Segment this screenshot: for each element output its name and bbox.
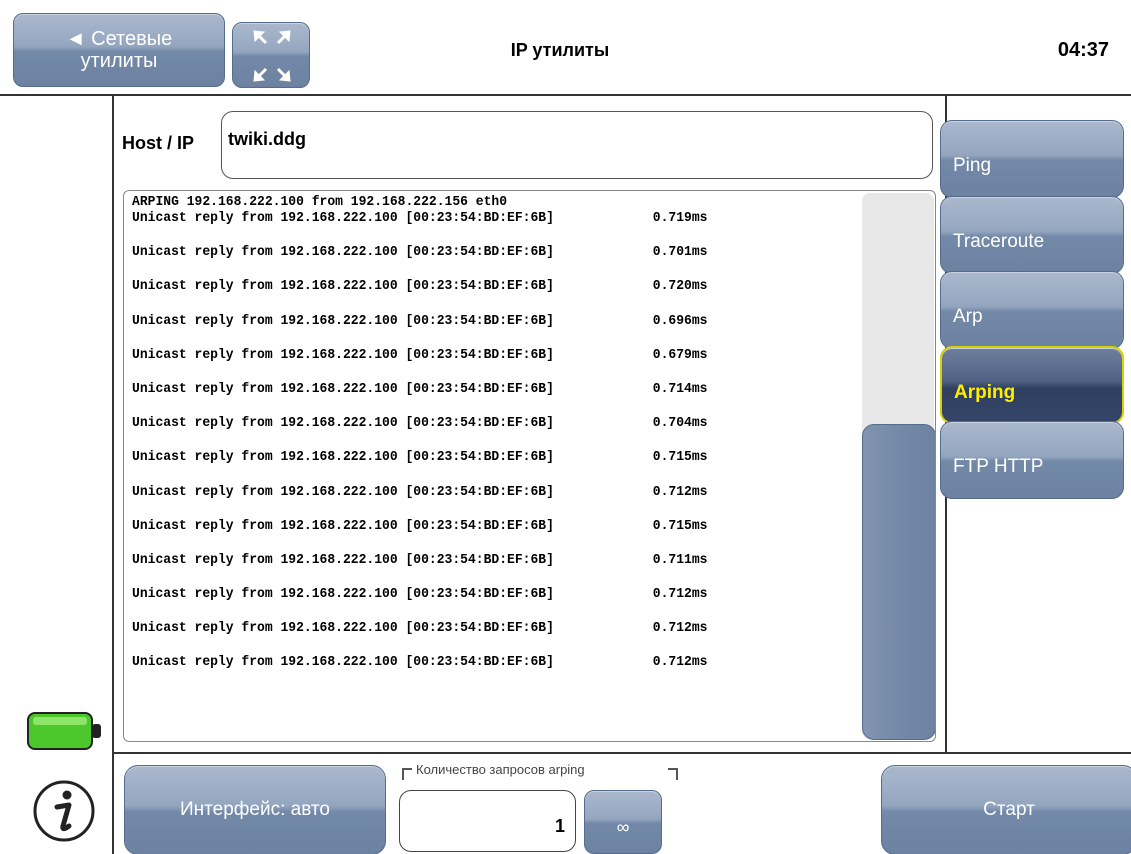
request-count-input[interactable] (399, 790, 576, 852)
tab-ping[interactable]: Ping (940, 120, 1124, 198)
log-row-text: Unicast reply from 192.168.222.100 [00:2… (132, 586, 554, 603)
left-divider (112, 96, 114, 854)
log-row-text: Unicast reply from 192.168.222.100 [00:2… (132, 346, 554, 363)
log-row-text: Unicast reply from 192.168.222.100 [00:2… (132, 415, 554, 432)
infinity-button[interactable]: ∞ (584, 790, 662, 854)
log-row-time: 0.715ms (652, 517, 708, 534)
bottom-divider (112, 752, 1131, 754)
host-input[interactable] (221, 111, 933, 179)
log-row: Unicast reply from 192.168.222.100 [00:2… (132, 620, 811, 654)
log-row: Unicast reply from 192.168.222.100 [00:2… (132, 586, 811, 620)
bracket-right (668, 768, 678, 780)
back-label-line2: утилиты (80, 50, 158, 72)
log-row: Unicast reply from 192.168.222.100 [00:2… (132, 552, 811, 586)
tab-ftp-http[interactable]: FTP HTTP (940, 421, 1124, 499)
log-row-text: Unicast reply from 192.168.222.100 [00:2… (132, 210, 554, 226)
log-row: Unicast reply from 192.168.222.100 [00:2… (132, 518, 811, 552)
battery-icon (27, 712, 101, 750)
log-row: Unicast reply from 192.168.222.100 [00:2… (132, 347, 811, 381)
log-row: Unicast reply from 192.168.222.100 [00:2… (132, 449, 811, 483)
log-row-text: Unicast reply from 192.168.222.100 [00:2… (132, 483, 554, 500)
log-row-time: 0.714ms (652, 380, 708, 397)
output-header-line: ARPING 192.168.222.100 from 192.168.222.… (132, 194, 508, 210)
log-row-time: 0.715ms (652, 449, 708, 466)
fullscreen-button[interactable] (232, 22, 310, 88)
scrollbar-thumb[interactable] (862, 424, 935, 740)
log-row-time: 0.719ms (652, 210, 708, 226)
log-row-text: Unicast reply from 192.168.222.100 [00:2… (132, 312, 554, 329)
output-rows: Unicast reply from 192.168.222.100 [00:2… (132, 210, 811, 689)
start-button[interactable]: Старт (881, 765, 1131, 854)
log-row: Unicast reply from 192.168.222.100 [00:2… (132, 278, 811, 312)
tab-arping[interactable]: Arping (940, 346, 1124, 424)
log-row-time: 0.712ms (652, 654, 708, 671)
log-row-time: 0.720ms (652, 278, 708, 295)
log-row-time: 0.712ms (652, 483, 708, 500)
page-title: IP утилиты (510, 40, 610, 60)
log-row-time: 0.704ms (652, 415, 708, 432)
log-row: Unicast reply from 192.168.222.100 [00:2… (132, 654, 811, 688)
log-row-time: 0.701ms (652, 244, 708, 261)
clock: 04:37 (1057, 39, 1109, 61)
log-row-text: Unicast reply from 192.168.222.100 [00:2… (132, 620, 554, 637)
log-row-time: 0.712ms (652, 620, 708, 637)
log-row: Unicast reply from 192.168.222.100 [00:2… (132, 415, 811, 449)
log-row: Unicast reply from 192.168.222.100 [00:2… (132, 210, 811, 244)
tab-arp[interactable]: Arp (940, 271, 1124, 349)
log-row-text: Unicast reply from 192.168.222.100 [00:2… (132, 517, 554, 534)
log-row-text: Unicast reply from 192.168.222.100 [00:2… (132, 244, 554, 261)
log-row-text: Unicast reply from 192.168.222.100 [00:2… (132, 654, 554, 671)
log-row-text: Unicast reply from 192.168.222.100 [00:2… (132, 551, 554, 568)
tab-traceroute[interactable]: Traceroute (940, 196, 1124, 274)
log-row-text: Unicast reply from 192.168.222.100 [00:2… (132, 380, 554, 397)
log-row-time: 0.711ms (652, 551, 708, 568)
request-count-label: Количество запросов arping (402, 760, 678, 782)
log-row: Unicast reply from 192.168.222.100 [00:2… (132, 313, 811, 347)
log-row-text: Unicast reply from 192.168.222.100 [00:2… (132, 278, 554, 295)
back-label-line1: ◄ Сетевые (65, 28, 173, 50)
output-log: ARPING 192.168.222.100 from 192.168.222.… (123, 190, 936, 742)
info-icon[interactable] (23, 779, 105, 843)
output-text: ARPING 192.168.222.100 from 192.168.222.… (132, 194, 811, 689)
interface-button[interactable]: Интерфейс: авто (124, 765, 386, 854)
request-count-label-text: Количество запросов arping (416, 762, 585, 777)
log-row-text: Unicast reply from 192.168.222.100 [00:2… (132, 449, 554, 466)
bracket-left (402, 768, 412, 780)
log-row-time: 0.679ms (652, 346, 708, 363)
log-row: Unicast reply from 192.168.222.100 [00:2… (132, 381, 811, 415)
top-bar: ◄ Сетевые утилиты IP утилиты 04:37 (0, 0, 1131, 96)
log-row-time: 0.696ms (652, 312, 708, 329)
fullscreen-icon (253, 30, 291, 82)
log-row-time: 0.712ms (652, 586, 708, 603)
back-button[interactable]: ◄ Сетевые утилиты (13, 13, 225, 87)
host-label: Host / IP (122, 133, 195, 153)
log-row: Unicast reply from 192.168.222.100 [00:2… (132, 484, 811, 518)
log-row: Unicast reply from 192.168.222.100 [00:2… (132, 244, 811, 278)
